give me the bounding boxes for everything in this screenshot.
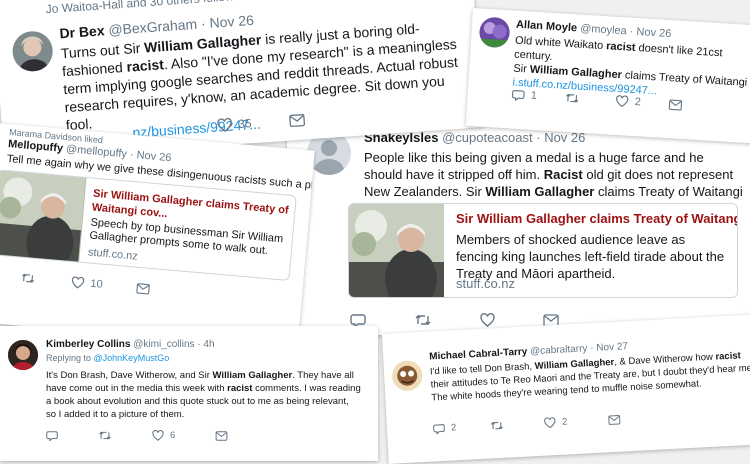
author-name[interactable]: Dr Bex — [59, 22, 105, 41]
preview-thumbnail — [349, 204, 444, 297]
reply-count: 1 — [530, 89, 538, 103]
heart-icon — [616, 95, 629, 108]
heart-icon — [217, 117, 232, 132]
reply-button[interactable]: 1 — [511, 89, 538, 103]
keyword-racist: racist — [227, 383, 253, 394]
like-count: 35 — [237, 116, 253, 132]
preview-domain: stuff.co.nz — [456, 276, 516, 291]
preview-description: Members of shocked audience leave as fen… — [456, 232, 725, 281]
dm-button[interactable] — [215, 430, 228, 441]
reply-button[interactable] — [46, 430, 58, 441]
dm-button[interactable] — [289, 113, 306, 127]
like-button[interactable] — [480, 313, 495, 327]
reply-button[interactable] — [350, 313, 366, 327]
tweet-date[interactable]: Nov 27 — [596, 341, 628, 354]
tweet-date[interactable]: Nov 26 — [136, 149, 172, 164]
replying-to-link[interactable]: @JohnKeyMustGo — [94, 353, 170, 363]
author-handle[interactable]: @BexGraham — [108, 16, 198, 38]
retweet-button[interactable] — [414, 313, 432, 327]
author-name[interactable]: Kimberley Collins — [46, 339, 130, 350]
heart-icon — [152, 430, 164, 441]
author-name[interactable]: Michael Cabral-Tarry — [429, 346, 528, 362]
tweet-text-part: Sir — [513, 62, 531, 76]
reply-button[interactable]: 2 — [433, 422, 457, 435]
keyword-racist: racist — [126, 56, 165, 75]
dm-button[interactable] — [668, 99, 683, 111]
avatar[interactable] — [478, 16, 511, 49]
keyword-name: William Gallagher — [485, 184, 595, 199]
replying-label: Replying to — [46, 353, 94, 363]
like-count: 2 — [634, 96, 642, 109]
preview-thumbnail — [0, 170, 87, 264]
retweet-button[interactable] — [490, 420, 505, 432]
envelope-icon — [289, 113, 306, 127]
retweet-icon — [22, 273, 35, 283]
like-button[interactable]: 10 — [71, 276, 103, 291]
keyword-racist: racist — [605, 40, 636, 54]
tweet-card-allan-moyle[interactable]: Allan Moyle @moylea · Nov 26 Old white W… — [465, 8, 750, 144]
envelope-icon — [607, 414, 620, 425]
author-handle[interactable]: @cupoteacoast — [442, 130, 533, 145]
tweet-card-kimberley-collins[interactable]: Kimberley Collins @kimi_collins · 4h Rep… — [0, 326, 378, 461]
reply-icon — [511, 90, 525, 102]
like-button[interactable]: 2 — [544, 416, 568, 429]
tweet-text: It's Don Brash, Dave Witherow, and Sir W… — [46, 369, 361, 421]
like-count: 10 — [89, 277, 104, 291]
avatar[interactable] — [8, 340, 38, 370]
tweet-card-michael-cabral-tarry[interactable]: Michael Cabral-Tarry @cabraltarry · Nov … — [382, 314, 750, 464]
like-count: 2 — [561, 416, 568, 428]
envelope-icon — [136, 282, 151, 294]
reply-icon — [46, 431, 58, 441]
tweet-date[interactable]: 4h — [203, 339, 214, 350]
link-preview-card[interactable]: Sir William Gallagher claims Treaty of W… — [348, 203, 738, 298]
tweet-actions — [350, 313, 559, 327]
retweet-icon — [491, 421, 504, 430]
heart-icon — [480, 313, 495, 327]
avatar[interactable] — [11, 29, 55, 73]
retweet-icon — [415, 315, 431, 325]
reply-count: 2 — [450, 422, 457, 434]
like-button[interactable]: 6 — [152, 430, 175, 441]
envelope-icon — [669, 99, 683, 111]
tweet-card-shakeyisles[interactable]: ShakeyIsles @cupoteacoast · Nov 26 Peopl… — [287, 113, 750, 335]
avatar[interactable] — [391, 359, 423, 392]
retweet-icon — [566, 93, 579, 103]
keyword-racist: racist — [715, 350, 742, 363]
retweet-button[interactable] — [564, 92, 580, 105]
tweet-actions: 6 — [46, 430, 228, 441]
keyword-racist: Racist — [543, 167, 583, 182]
tweet-actions: 5 10 — [0, 269, 151, 295]
keyword-name: William Gallagher — [212, 370, 293, 381]
tweet-date[interactable]: Nov 26 — [209, 12, 254, 31]
reply-icon — [350, 314, 366, 327]
reply-icon — [433, 424, 445, 435]
preview-title[interactable]: Sir William Gallagher claims Treaty of W… — [456, 211, 737, 226]
retweet-button[interactable] — [20, 272, 36, 285]
envelope-icon — [215, 430, 228, 441]
like-count: 6 — [170, 430, 176, 441]
author-handle[interactable]: @moylea — [580, 23, 627, 38]
like-button[interactable]: 35 — [217, 116, 252, 132]
dm-button[interactable] — [607, 414, 621, 425]
tweet-date[interactable]: Nov 26 — [636, 26, 672, 40]
tweet-actions: 2 2 — [433, 414, 621, 435]
retweet-icon — [99, 431, 111, 440]
author-handle[interactable]: @kimi_collins — [133, 339, 194, 350]
like-button[interactable]: 2 — [615, 95, 642, 109]
tweet-card-mellopuffy[interactable]: Marama Davidson liked Mellopuffy @mellop… — [0, 122, 315, 351]
preview-domain: stuff.co.nz — [87, 246, 139, 263]
heart-icon — [71, 276, 85, 289]
author-handle[interactable]: @cabraltarry — [530, 343, 588, 357]
social-context: Jo Waitoa-Hall and 30 others follow — [45, 0, 235, 17]
dm-button[interactable] — [136, 282, 151, 294]
retweet-button[interactable] — [98, 430, 112, 441]
tweet-text-part: It's Don Brash, Dave Witherow, and Sir — [46, 370, 213, 381]
heart-icon — [544, 417, 556, 429]
author-name[interactable]: Allan Moyle — [516, 19, 578, 35]
